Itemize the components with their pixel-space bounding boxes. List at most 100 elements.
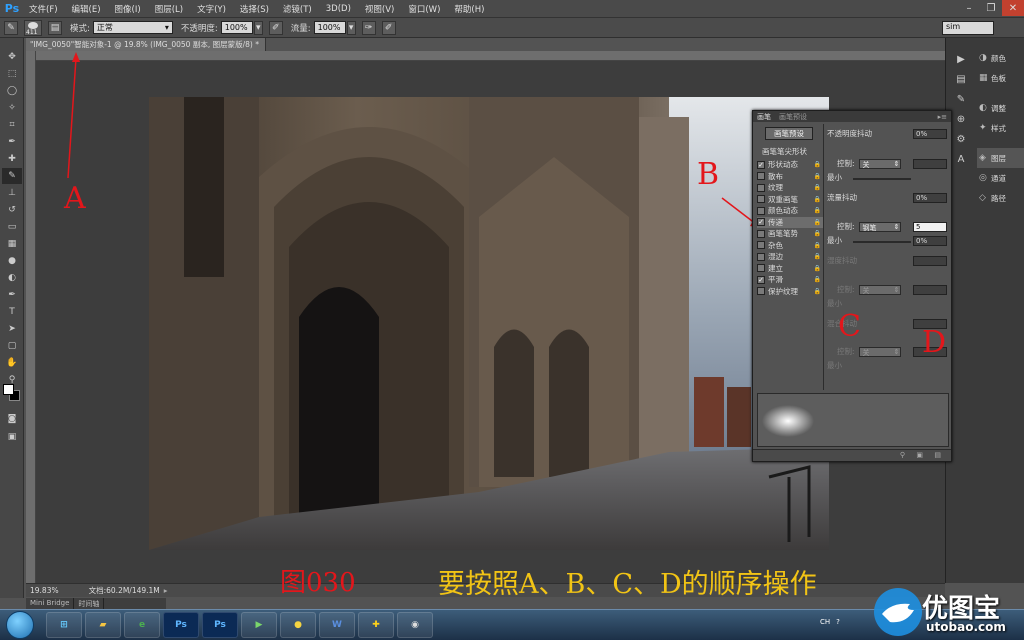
control4-select[interactable]: 关 ⇕ — [858, 346, 901, 357]
control2-row: 控制: 钢笔 ⇕ 5 — [827, 221, 949, 232]
brush-option-10[interactable]: ✓ 平滑 🔒 — [757, 274, 823, 285]
start-button[interactable] — [6, 611, 34, 639]
brush-tip-shape[interactable]: 画笔笔尖形状 — [757, 146, 821, 157]
taskbar-camera[interactable]: ◉ — [397, 612, 433, 638]
brush-presets-button[interactable]: 画笔预设 — [765, 127, 813, 140]
taskbar-photoshop-1[interactable]: Ps — [163, 612, 199, 638]
panel-styles[interactable]: ✦ 样式 — [977, 118, 1024, 138]
history-icon[interactable]: ▤ — [948, 70, 974, 88]
control4-label: 控制: — [837, 347, 855, 356]
panel-layers[interactable]: ◈ 图层 — [977, 148, 1024, 168]
brush-panel-titlebar[interactable]: 画笔 画笔预设 ▸≡ — [753, 111, 951, 122]
flow-jitter-row: 流量抖动 0% — [827, 192, 949, 203]
tab-brush-presets[interactable]: 画笔预设 — [779, 112, 807, 122]
control2-input[interactable]: 5 — [913, 221, 947, 232]
lock-icon[interactable]: 🔒 — [814, 253, 821, 260]
control3-input[interactable] — [913, 284, 947, 295]
panel-adjustments[interactable]: ◐ 调整 — [977, 98, 1024, 118]
lock-icon[interactable]: 🔒 — [814, 207, 821, 214]
lock-icon[interactable]: 🔒 — [814, 184, 821, 191]
taskbar-word[interactable]: W — [319, 612, 355, 638]
panel-swatches[interactable]: ▦ 色板 — [977, 68, 1024, 88]
brush-panel-icon[interactable]: ✎ — [948, 90, 974, 108]
lock-icon[interactable]: 🔒 — [814, 230, 821, 237]
lock-icon[interactable]: 🔒 — [814, 196, 821, 203]
wet-jitter-value[interactable] — [913, 255, 947, 266]
control4-value: 关 — [862, 348, 870, 357]
help-icon[interactable]: ? — [836, 618, 840, 626]
control1-select[interactable]: 关 ⇕ — [858, 158, 901, 169]
annotation-letter-b: B — [697, 157, 720, 192]
brush-option-checkbox[interactable]: ✓ — [757, 218, 765, 226]
taskbar-player[interactable]: ▶ — [241, 612, 277, 638]
brush-option-checkbox[interactable]: ✓ — [757, 275, 765, 284]
min1-slider[interactable] — [853, 178, 911, 180]
watermark-url: utobao.com — [926, 620, 1006, 634]
brush-option-1[interactable]: 散布 🔒 — [757, 171, 823, 182]
taskbar-plus-app[interactable]: ✚ — [358, 612, 394, 638]
status-arrow-icon[interactable]: ▸ — [164, 586, 168, 595]
panel-paths[interactable]: ◇ 路径 — [977, 188, 1024, 208]
opacity-jitter-value[interactable]: 0% — [913, 128, 947, 139]
lock-icon[interactable]: 🔒 — [814, 173, 821, 180]
create-brush-icon[interactable]: ▤ — [934, 451, 941, 459]
taskbar-ie[interactable]: e — [124, 612, 160, 638]
brush-option-checkbox[interactable] — [757, 172, 765, 180]
taskbar-media-center[interactable]: ⊞ — [46, 612, 82, 638]
new-preset-icon[interactable]: ▣ — [916, 451, 923, 459]
brush-option-checkbox[interactable] — [757, 241, 765, 249]
taskbar-photoshop-2[interactable]: Ps — [202, 612, 238, 638]
control3-select[interactable]: 关 ⇕ — [858, 284, 901, 295]
right-panel-dock: ▶ ▤ ✎ ⊕ ⚙ A ◑ 颜色 ▦ 色板 ◐ 调整 ✦ 样式 ◈ 图层 ◎ 通道 ◇ 路径 — [945, 38, 1024, 583]
document-info: 文档:60.2M/149.1M — [88, 586, 160, 595]
panel-color-label: 颜色 — [991, 53, 1006, 63]
lock-icon[interactable]: 🔒 — [814, 219, 821, 226]
brush-option-checkbox[interactable]: ✓ — [757, 160, 765, 169]
brush-option-0[interactable]: ✓ 形状动态 🔒 — [757, 159, 823, 170]
brush-option-4[interactable]: 颜色动态 🔒 — [757, 205, 823, 216]
panel-styles-label: 样式 — [991, 123, 1006, 133]
brush-option-11[interactable]: 保护纹理 🔒 — [757, 286, 823, 297]
play-icon[interactable]: ▶ — [948, 50, 974, 68]
stroke-preview-graphic — [762, 405, 814, 437]
brush-option-checkbox[interactable] — [757, 287, 765, 295]
brush-option-5[interactable]: ✓ 传递 🔒 — [757, 216, 823, 228]
control1-input[interactable] — [913, 158, 947, 169]
tab-mini-bridge[interactable]: Mini Bridge — [26, 598, 75, 609]
brush-option-6[interactable]: 画笔笔势 🔒 — [757, 228, 823, 239]
taskbar-explorer[interactable]: ▰ — [85, 612, 121, 638]
tab-brush[interactable]: 画笔 — [757, 112, 771, 122]
brush-option-checkbox[interactable] — [757, 183, 765, 192]
panel-channels[interactable]: ◎ 通道 — [977, 168, 1024, 188]
taskbar-qq[interactable]: ● — [280, 612, 316, 638]
min2-value[interactable]: 0% — [913, 235, 947, 246]
brush-option-3[interactable]: 双重画笔 🔒 — [757, 194, 823, 205]
brush-option-2[interactable]: 纹理 🔒 — [757, 182, 823, 193]
lock-icon[interactable]: 🔒 — [814, 161, 821, 168]
flow-jitter-value[interactable]: 0% — [913, 192, 947, 203]
zoom-level[interactable]: 19.83% — [30, 586, 59, 595]
language-indicator[interactable]: CH — [820, 618, 830, 626]
brush-option-9[interactable]: 建立 🔒 — [757, 263, 823, 274]
tab-timeline[interactable]: 时间轴 — [74, 598, 105, 609]
panel-menu-icon[interactable]: ▸≡ — [938, 113, 947, 121]
brush-option-checkbox[interactable] — [757, 229, 765, 238]
lock-icon[interactable]: 🔒 — [814, 265, 821, 272]
panel-color[interactable]: ◑ 颜色 — [977, 48, 1024, 68]
brush-option-checkbox[interactable] — [757, 252, 765, 261]
brush-option-8[interactable]: 湿边 🔒 — [757, 251, 823, 262]
min2-slider[interactable] — [853, 241, 911, 243]
brush-option-checkbox[interactable] — [757, 195, 765, 203]
min2-label: 最小 — [827, 236, 842, 245]
brush-option-checkbox[interactable] — [757, 264, 765, 272]
control2-select[interactable]: 钢笔 ⇕ — [858, 221, 901, 232]
brush-option-label: 形状动态 — [768, 160, 798, 169]
brush-option-7[interactable]: 杂色 🔒 — [757, 240, 823, 251]
lock-icon[interactable]: 🔒 — [814, 242, 821, 249]
annotation-letter-d: D — [922, 325, 947, 360]
toggle-preview-icon[interactable]: ⚲ — [900, 451, 905, 459]
brush-option-checkbox[interactable] — [757, 206, 765, 215]
folder-icon: ▰ — [99, 620, 107, 630]
lock-icon[interactable]: 🔒 — [814, 288, 821, 295]
lock-icon[interactable]: 🔒 — [814, 276, 821, 283]
